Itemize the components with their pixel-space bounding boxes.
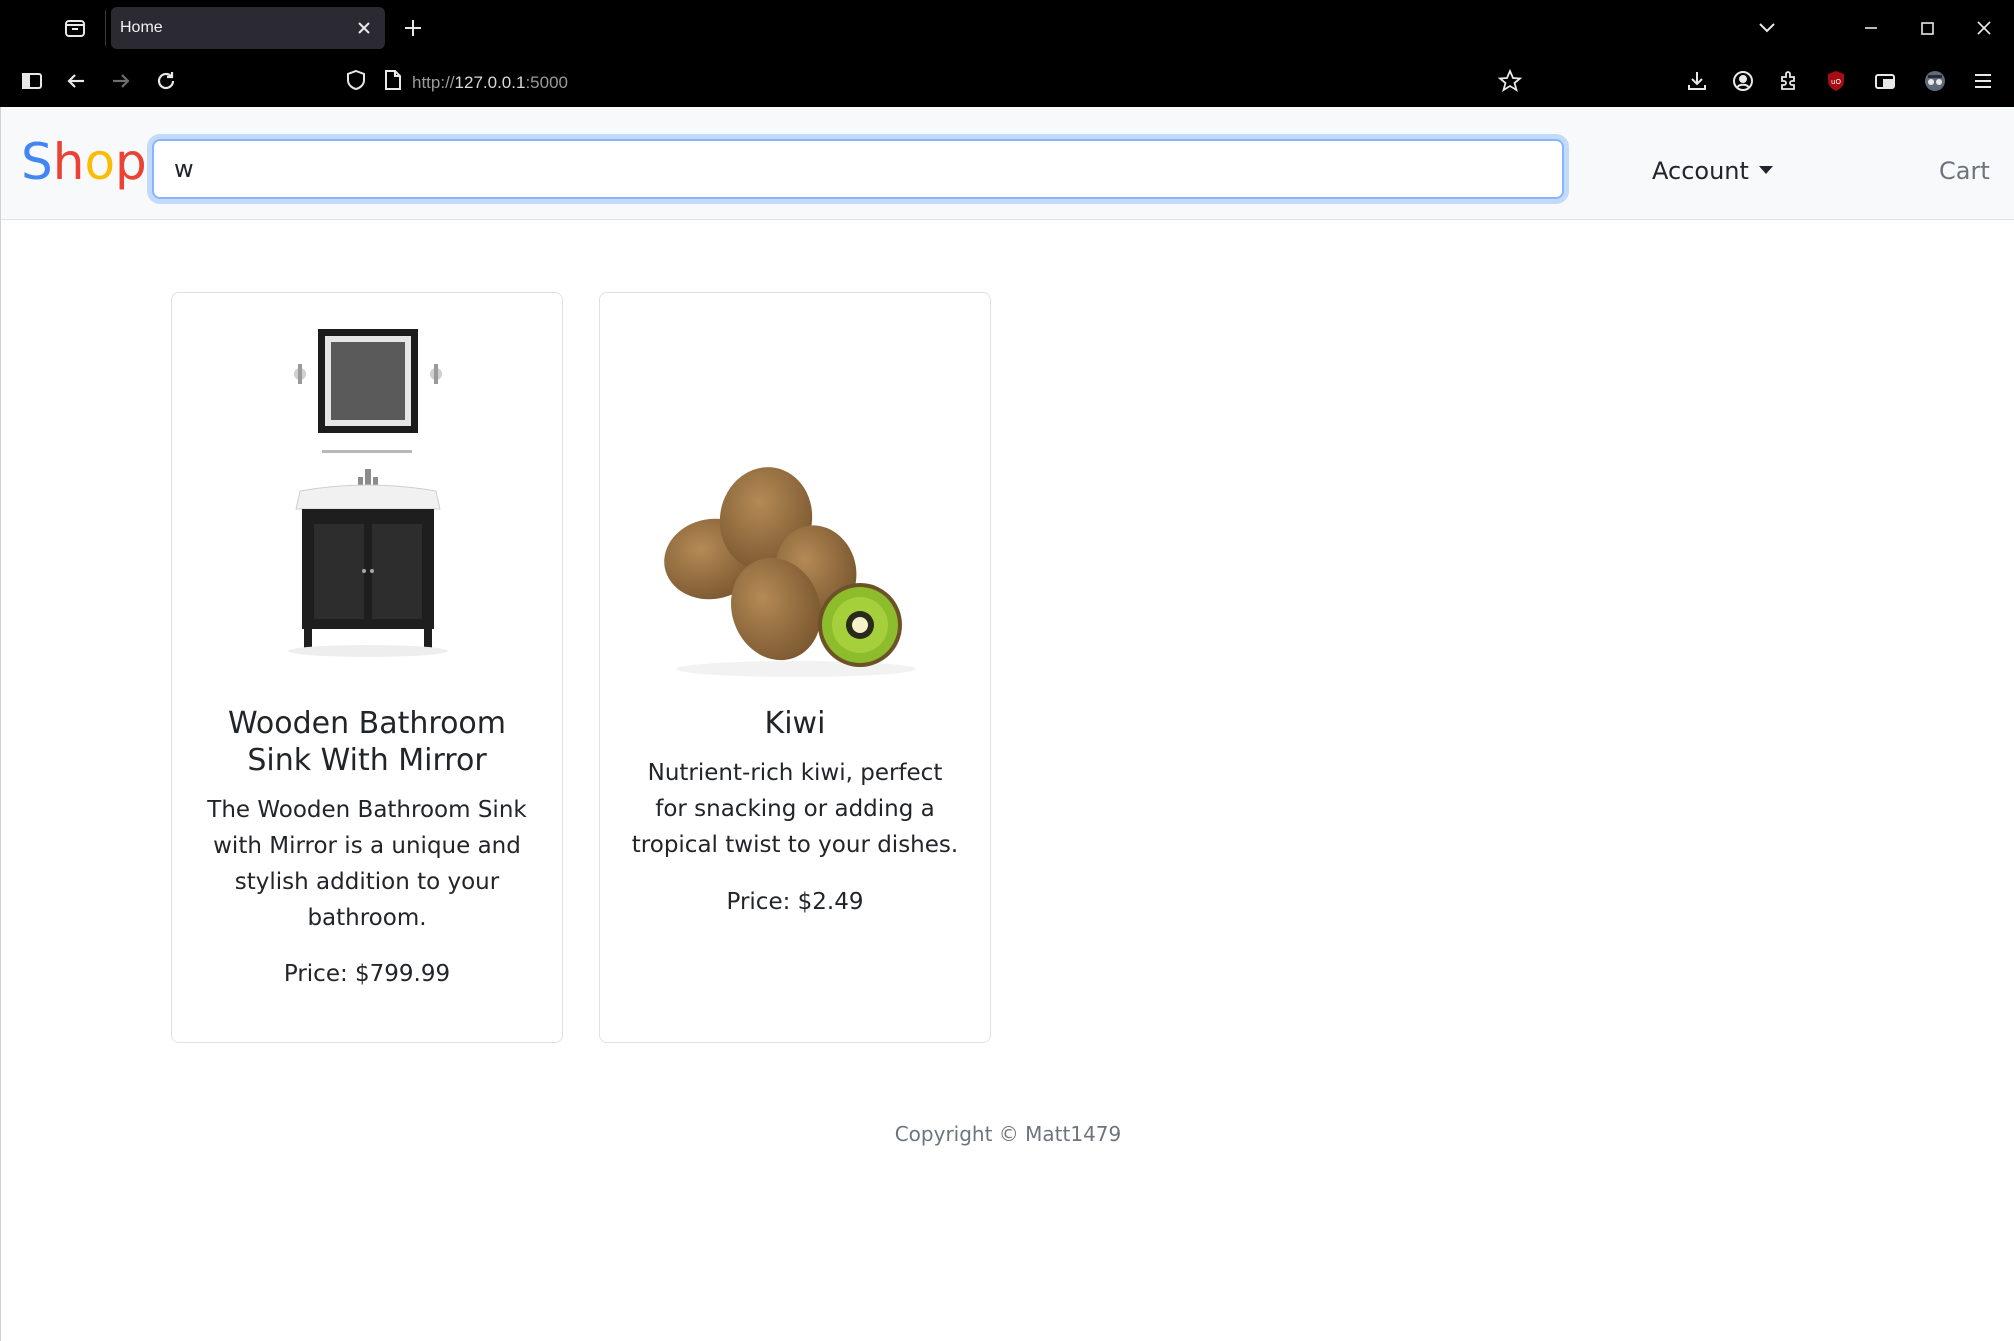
brand-letter: h bbox=[52, 133, 85, 191]
browser-toolbar: http://127.0.0.1:5000 uO bbox=[0, 56, 2014, 107]
url-text: http://127.0.0.1:5000 bbox=[412, 73, 568, 93]
account-dropdown[interactable]: Account bbox=[1652, 157, 1773, 185]
product-title: Wooden Bathroom Sink With Mirror bbox=[227, 706, 506, 778]
ublock-shield-icon[interactable]: uO bbox=[1822, 67, 1850, 95]
brand-letter: o bbox=[84, 133, 116, 191]
url-host: 127.0.0.1 bbox=[454, 73, 526, 92]
caret-down-icon bbox=[1758, 166, 1773, 174]
kiwi-image bbox=[640, 319, 952, 699]
sidebar-icon[interactable] bbox=[18, 67, 46, 95]
product-price: Price: $799.99 bbox=[283, 961, 451, 987]
url-port: :5000 bbox=[525, 73, 568, 92]
product-card[interactable]: Wooden Bathroom Sink With Mirror The Woo… bbox=[171, 292, 563, 1043]
picture-in-picture-icon[interactable] bbox=[1871, 67, 1899, 95]
new-tab-icon[interactable] bbox=[400, 15, 426, 41]
forward-arrow-icon[interactable] bbox=[107, 67, 135, 95]
product-card[interactable]: Kiwi Nutrient-rich kiwi, perfect for sna… bbox=[599, 292, 991, 1043]
maximize-icon[interactable] bbox=[1914, 15, 1940, 41]
minimize-icon[interactable] bbox=[1858, 15, 1884, 41]
chevron-down-icon[interactable] bbox=[1754, 15, 1780, 41]
tab-close-icon[interactable] bbox=[353, 17, 375, 39]
cart-link[interactable]: Cart bbox=[1939, 157, 1990, 185]
site-navbar: Shop Account Cart bbox=[1, 107, 2014, 220]
bookmark-star-icon[interactable] bbox=[1496, 67, 1524, 95]
account-label: Account bbox=[1652, 157, 1749, 185]
tab-overview-icon[interactable] bbox=[62, 15, 88, 41]
tab-divider bbox=[105, 10, 106, 46]
product-description: The Wooden Bathroom Sink with Mirror is … bbox=[207, 797, 527, 931]
reload-icon[interactable] bbox=[152, 67, 180, 95]
back-arrow-icon[interactable] bbox=[62, 67, 90, 95]
product-description: Nutrient-rich kiwi, perfect for snacking… bbox=[631, 760, 959, 858]
bathroom-sink-image bbox=[212, 319, 524, 699]
account-circle-icon[interactable] bbox=[1729, 67, 1757, 95]
window-close-icon[interactable] bbox=[1971, 15, 1997, 41]
svg-text:uO: uO bbox=[1831, 78, 1841, 86]
product-title: Kiwi bbox=[764, 706, 826, 741]
brand-letter: S bbox=[21, 133, 53, 191]
footer-copyright: Copyright © Matt1479 bbox=[894, 1122, 1122, 1146]
web-page: Shop Account Cart bbox=[0, 107, 2014, 1341]
shield-icon[interactable] bbox=[342, 66, 370, 94]
download-icon[interactable] bbox=[1683, 67, 1711, 95]
tab-bar: Home bbox=[0, 0, 2014, 56]
hamburger-menu-icon[interactable] bbox=[1969, 67, 1997, 95]
tab-home[interactable]: Home bbox=[111, 7, 385, 49]
url-prefix: http:// bbox=[412, 73, 455, 92]
incognito-mask-icon[interactable] bbox=[1921, 67, 1949, 95]
address-bar[interactable]: http://127.0.0.1:5000 bbox=[334, 60, 1534, 102]
browser-chrome: Home http://127.0.0.1:5000 uO bbox=[0, 0, 2014, 107]
page-info-icon[interactable] bbox=[378, 66, 406, 94]
brand-logo[interactable]: Shop bbox=[21, 137, 147, 187]
search-input[interactable] bbox=[152, 139, 1564, 199]
extensions-puzzle-icon[interactable] bbox=[1774, 67, 1802, 95]
tab-title: Home bbox=[120, 19, 163, 36]
brand-letter: p bbox=[115, 133, 147, 191]
product-price: Price: $2.49 bbox=[726, 889, 864, 915]
